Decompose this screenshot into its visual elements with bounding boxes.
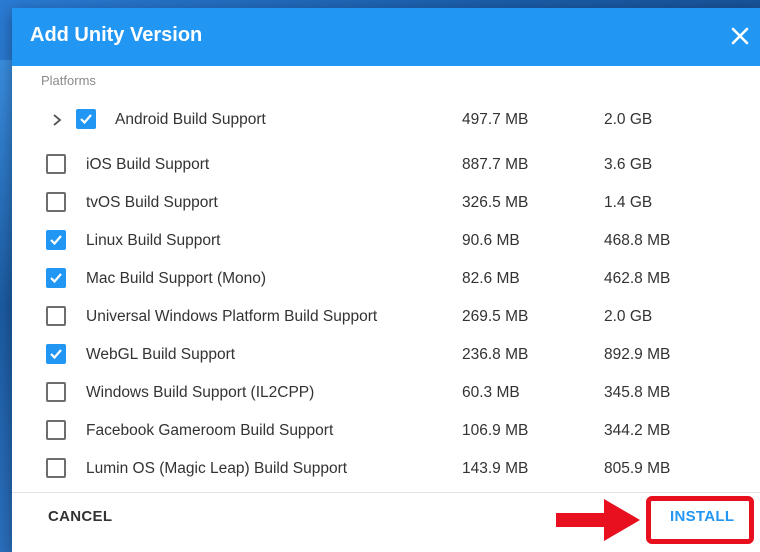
module-checkbox-ios[interactable] <box>46 154 66 174</box>
module-download-size: 269.5 MB <box>462 308 529 325</box>
module-checkbox-uwp[interactable] <box>46 306 66 326</box>
module-download-size: 106.9 MB <box>462 422 529 439</box>
module-name: Android Build Support <box>115 111 266 128</box>
module-installed-size: 3.6 GB <box>604 156 653 173</box>
module-download-size: 82.6 MB <box>462 270 520 287</box>
module-name: iOS Build Support <box>86 156 210 173</box>
check-icon <box>50 349 62 360</box>
red-arrow-icon <box>556 496 642 549</box>
module-download-size: 236.8 MB <box>462 346 529 363</box>
section-label-platforms: Platforms <box>41 73 96 88</box>
module-row-tvos: tvOS Build Support 326.5 MB 1.4 GB <box>12 184 760 222</box>
check-icon <box>50 235 62 246</box>
module-checkbox-webgl[interactable] <box>46 344 66 364</box>
module-installed-size: 892.9 MB <box>604 346 671 363</box>
module-row-mac: Mac Build Support (Mono) 82.6 MB 462.8 M… <box>12 260 760 298</box>
close-icon[interactable] <box>726 22 754 50</box>
module-row-webgl: WebGL Build Support 236.8 MB 892.9 MB <box>12 336 760 374</box>
module-row-ios: iOS Build Support 887.7 MB 3.6 GB <box>12 146 760 184</box>
module-checkbox-tvos[interactable] <box>46 192 66 212</box>
module-name: Universal Windows Platform Build Support <box>86 308 378 325</box>
add-unity-version-dialog: Add Unity Version Platforms Android Buil… <box>12 8 760 552</box>
check-icon <box>80 114 92 125</box>
module-row-facebook-gameroom: Facebook Gameroom Build Support 106.9 MB… <box>12 412 760 450</box>
module-download-size: 60.3 MB <box>462 384 520 401</box>
cancel-button[interactable]: CANCEL <box>48 508 112 525</box>
module-download-size: 326.5 MB <box>462 194 529 211</box>
module-name: Facebook Gameroom Build Support <box>86 422 334 439</box>
module-installed-size: 462.8 MB <box>604 270 671 287</box>
module-installed-size: 2.0 GB <box>604 308 653 325</box>
module-checkbox-facebook-gameroom[interactable] <box>46 420 66 440</box>
module-installed-size: 468.8 MB <box>604 232 671 249</box>
module-download-size: 887.7 MB <box>462 156 529 173</box>
module-row-windows-il2cpp: Windows Build Support (IL2CPP) 60.3 MB 3… <box>12 374 760 412</box>
module-installed-size: 345.8 MB <box>604 384 671 401</box>
module-installed-size: 1.4 GB <box>604 194 653 211</box>
dialog-header: Add Unity Version <box>12 8 760 66</box>
module-download-size: 143.9 MB <box>462 460 529 477</box>
module-name: tvOS Build Support <box>86 194 218 211</box>
check-icon <box>50 273 62 284</box>
footer-divider <box>12 492 760 493</box>
background-strip <box>0 60 12 552</box>
module-installed-size: 2.0 GB <box>604 111 653 128</box>
module-checkbox-windows-il2cpp[interactable] <box>46 382 66 402</box>
module-download-size: 497.7 MB <box>462 111 529 128</box>
module-row-lumin: Lumin OS (Magic Leap) Build Support 143.… <box>12 450 760 488</box>
module-checkbox-android[interactable] <box>76 109 96 129</box>
chevron-right-icon[interactable] <box>50 113 64 127</box>
module-download-size: 90.6 MB <box>462 232 520 249</box>
module-checkbox-linux[interactable] <box>46 230 66 250</box>
module-name: Mac Build Support (Mono) <box>86 270 267 287</box>
dialog-title: Add Unity Version <box>30 24 203 46</box>
module-row-android: Android Build Support 497.7 MB 2.0 GB <box>12 101 760 139</box>
module-row-uwp: Universal Windows Platform Build Support… <box>12 298 760 336</box>
module-installed-size: 344.2 MB <box>604 422 671 439</box>
module-checkbox-mac[interactable] <box>46 268 66 288</box>
module-name: Lumin OS (Magic Leap) Build Support <box>86 460 348 477</box>
module-name: WebGL Build Support <box>86 346 236 363</box>
module-name: Linux Build Support <box>86 232 221 249</box>
module-installed-size: 805.9 MB <box>604 460 671 477</box>
module-row-linux: Linux Build Support 90.6 MB 468.8 MB <box>12 222 760 260</box>
module-checkbox-lumin[interactable] <box>46 458 66 478</box>
module-name: Windows Build Support (IL2CPP) <box>86 384 315 401</box>
install-button[interactable]: INSTALL <box>670 508 734 525</box>
